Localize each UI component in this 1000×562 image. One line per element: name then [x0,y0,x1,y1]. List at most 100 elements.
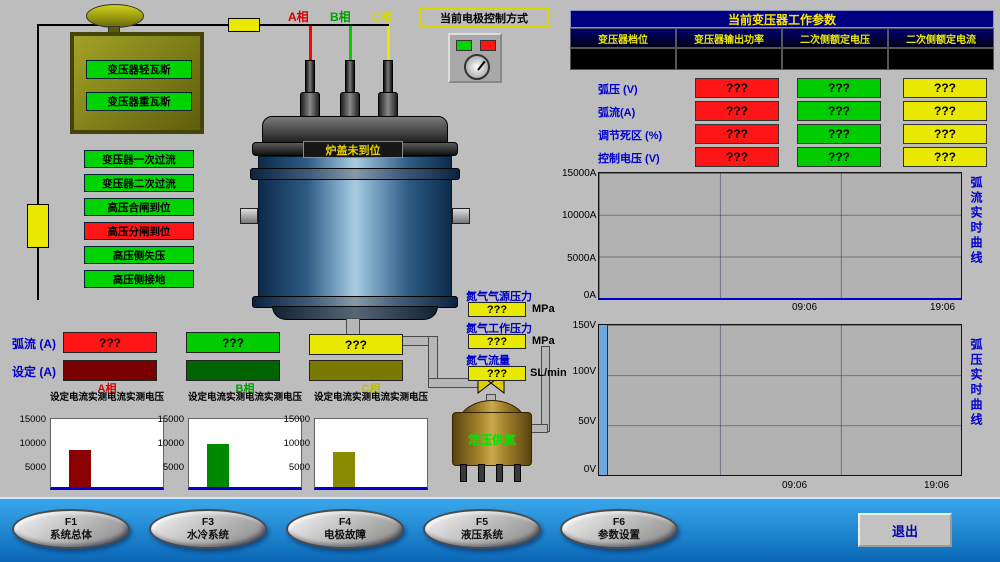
n2-work-pressure-value: ??? [468,334,526,349]
arc-voltage-c: ??? [903,78,987,98]
ytick: 10000 [12,438,46,449]
xtick: 19:06 [930,302,955,313]
ytick: 5000A [562,253,596,264]
disconnect-switch-symbol [228,18,260,32]
params-table-title: 当前变压器工作参数 [570,10,994,28]
arc-setpoint-b-field[interactable] [186,360,280,381]
vessel-leg [496,464,503,482]
phase-c-bar-chart [314,418,428,490]
col-meas-voltage: 实测电压 [390,393,428,404]
phase-a-label: A相 [288,8,309,25]
phase-c-headers: 设定电流 实测电流 实测电压 [314,393,428,404]
phase-a-headers: 设定电流 实测电流 实测电压 [50,393,164,404]
hmi-furnace-screen: 变压器轻瓦斯 变压器重瓦斯 变压器一次过流 变压器二次过流 高压合闸到位 高压分… [0,0,1000,562]
f5-key: F5 [476,516,488,529]
lamp-hv-close-position: 高压合闸到位 [84,198,194,216]
plot-scroll-strip[interactable] [599,325,608,475]
arc-current-a-value: ??? [63,332,157,353]
control-dial[interactable] [464,54,490,80]
col-rated-voltage: 二次侧额定电压 [782,28,888,48]
f5-label: 液压系统 [461,529,503,542]
nav-button-f5-hydraulic[interactable]: F5 液压系统 [423,509,541,549]
arc-current-c-value: ??? [309,334,403,355]
manual-mode-indicator[interactable] [480,40,496,51]
col-set-current: 设定电流 [50,393,88,404]
arc-current-b: ??? [797,101,881,121]
arc-setpoint-a-field[interactable] [63,360,157,381]
arc-current-plot-area [598,172,962,300]
col-meas-current: 实测电流 [226,393,264,404]
arc-voltage-row-label: 弧压 (V) [598,81,638,97]
arc-current-a: ??? [695,101,779,121]
arc-voltage-b: ??? [797,78,881,98]
arc-voltage-trend: 150V 100V 50V 0V 09:06 19:06 弧压实时曲线 [570,320,994,496]
arc-voltage-a: ??? [695,78,779,98]
transformer-body [70,32,204,134]
col-output-power: 变压器输出功率 [676,28,782,48]
col-meas-current: 实测电流 [88,393,126,404]
nav-button-f4-electrode-fault[interactable]: F4 电极故障 [286,509,404,549]
lamp-transformer-light-gas: 变压器轻瓦斯 [86,60,192,79]
ytick: 100V [562,366,596,377]
deadband-a: ??? [695,124,779,144]
ytick: 10000 [150,438,184,449]
lamp-hv-voltage-loss: 高压侧失压 [84,246,194,264]
f3-key: F3 [202,516,214,529]
col-tap-position: 变压器档位 [570,28,676,48]
xtick: 19:06 [924,480,949,491]
lamp-transformer-heavy-gas: 变压器重瓦斯 [86,92,192,111]
rated-current-value [888,48,994,70]
xtick: 09:06 [792,302,817,313]
ytick: 50V [562,416,596,427]
params-table-value-row [570,48,994,70]
ytick: 10000A [562,210,596,221]
arc-setpoint-label: 设定 (A) [12,363,56,380]
phase-b-bar [207,444,229,487]
n2-source-pressure-value: ??? [468,302,526,317]
nav-button-f1-system-overview[interactable]: F1 系统总体 [12,509,130,549]
f3-label: 水冷系统 [187,529,229,542]
phase-c-bar [333,452,355,487]
arc-current-c: ??? [903,101,987,121]
vessel-leg [514,464,521,482]
nav-button-f6-settings[interactable]: F6 参数设置 [560,509,678,549]
exit-button[interactable]: 退出 [858,513,952,547]
arc-current-trend-title: 弧流实时曲线 [968,176,985,266]
ytick: 15000 [150,414,184,425]
f6-label: 参数设置 [598,529,640,542]
mode-control-panel [448,33,502,83]
dial-needle [477,61,485,71]
furnace-lid [262,116,448,144]
control-voltage-b: ??? [797,147,881,167]
furnace-cover-status-badge: 炉盖未到位 [303,141,403,158]
electrode-c-rod [383,60,393,94]
tap-position-value [570,48,676,70]
control-voltage-row-label: 控制电压 (V) [598,150,660,166]
pipe-vertical-2 [541,346,550,432]
nav-button-f3-water-cooling[interactable]: F3 水冷系统 [149,509,267,549]
n2-source-pressure-unit: MPa [532,303,555,315]
ytick: 150V [562,320,596,331]
ytick: 15000 [276,414,310,425]
deadband-b: ??? [797,124,881,144]
ytick: 5000 [276,462,310,473]
f6-key: F6 [613,516,625,529]
fuse-symbol [27,204,49,248]
n2-work-pressure-unit: MPa [532,335,555,347]
lamp-hv-open-position: 高压分闸到位 [84,222,194,240]
ytick: 15000A [562,168,596,179]
arc-current-b-value: ??? [186,332,280,353]
arc-setpoint-c-field[interactable] [309,360,403,381]
col-rated-current: 二次侧额定电流 [888,28,994,48]
transformer-conservator [86,4,144,28]
lamp-secondary-overcurrent: 变压器二次过流 [84,174,194,192]
ytick: 10000 [276,438,310,449]
transformer-params-table: 当前变压器工作参数 变压器档位 变压器输出功率 二次侧额定电压 二次侧额定电流 [570,10,994,70]
deadband-c: ??? [903,124,987,144]
electrode-mode-label: 当前电极控制方式 [419,8,549,27]
furnace-right-nozzle [452,208,470,224]
hv-feeder-line [37,24,39,300]
auto-mode-indicator[interactable] [456,40,472,51]
arc-current-row-label: 弧流(A) [598,104,635,120]
phase-a-panel: A相 设定电流 实测电流 实测电压 15000 10000 5000 [12,380,164,494]
